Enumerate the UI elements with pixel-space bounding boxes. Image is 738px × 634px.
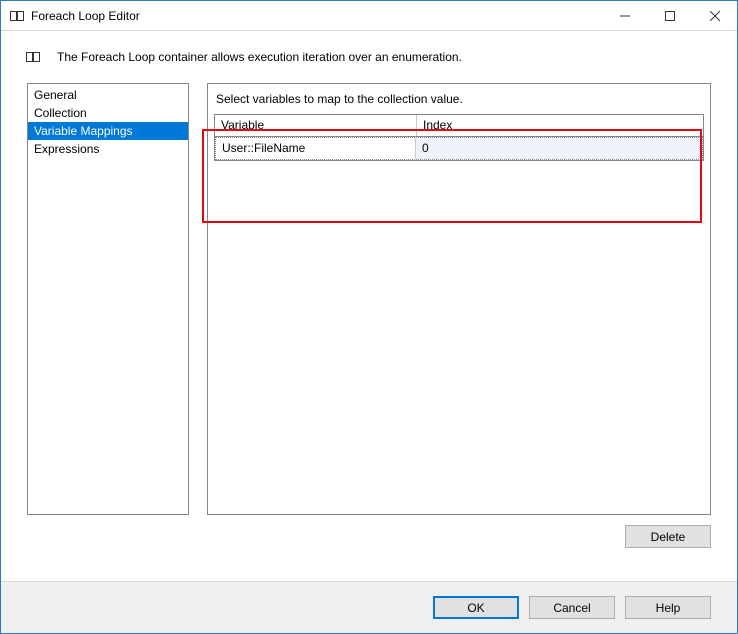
window-title: Foreach Loop Editor — [31, 9, 602, 23]
description-row: The Foreach Loop container allows execut… — [1, 31, 737, 83]
main-panel: Select variables to map to the collectio… — [207, 83, 711, 515]
loop-container-icon — [25, 49, 41, 65]
delete-button[interactable]: Delete — [625, 525, 711, 548]
instruction-text: Select variables to map to the collectio… — [214, 90, 704, 114]
grid-cell-index[interactable]: 0 — [416, 138, 702, 159]
loop-container-icon — [9, 8, 25, 24]
grid-header-index[interactable]: Index — [417, 115, 703, 136]
titlebar: Foreach Loop Editor — [1, 1, 737, 31]
grid-header-row: Variable Index — [214, 114, 704, 136]
close-button[interactable] — [692, 1, 737, 30]
maximize-button[interactable] — [647, 1, 692, 30]
grid-header-variable[interactable]: Variable — [215, 115, 417, 136]
help-button[interactable]: Help — [625, 596, 711, 619]
cancel-button[interactable]: Cancel — [529, 596, 615, 619]
nav-item-variable-mappings[interactable]: Variable Mappings — [28, 122, 188, 140]
mappings-grid[interactable]: Variable Index User::FileName 0 — [214, 114, 704, 161]
grid-row[interactable]: User::FileName 0 — [215, 137, 703, 160]
nav-item-expressions[interactable]: Expressions — [28, 140, 188, 158]
minimize-button[interactable] — [602, 1, 647, 30]
nav-item-collection[interactable]: Collection — [28, 104, 188, 122]
navigation-panel: General Collection Variable Mappings Exp… — [27, 83, 189, 515]
ok-button[interactable]: OK — [433, 596, 519, 619]
grid-cell-variable[interactable]: User::FileName — [216, 138, 416, 159]
dialog-footer: OK Cancel Help — [1, 581, 737, 633]
description-text: The Foreach Loop container allows execut… — [57, 50, 462, 64]
nav-item-general[interactable]: General — [28, 86, 188, 104]
